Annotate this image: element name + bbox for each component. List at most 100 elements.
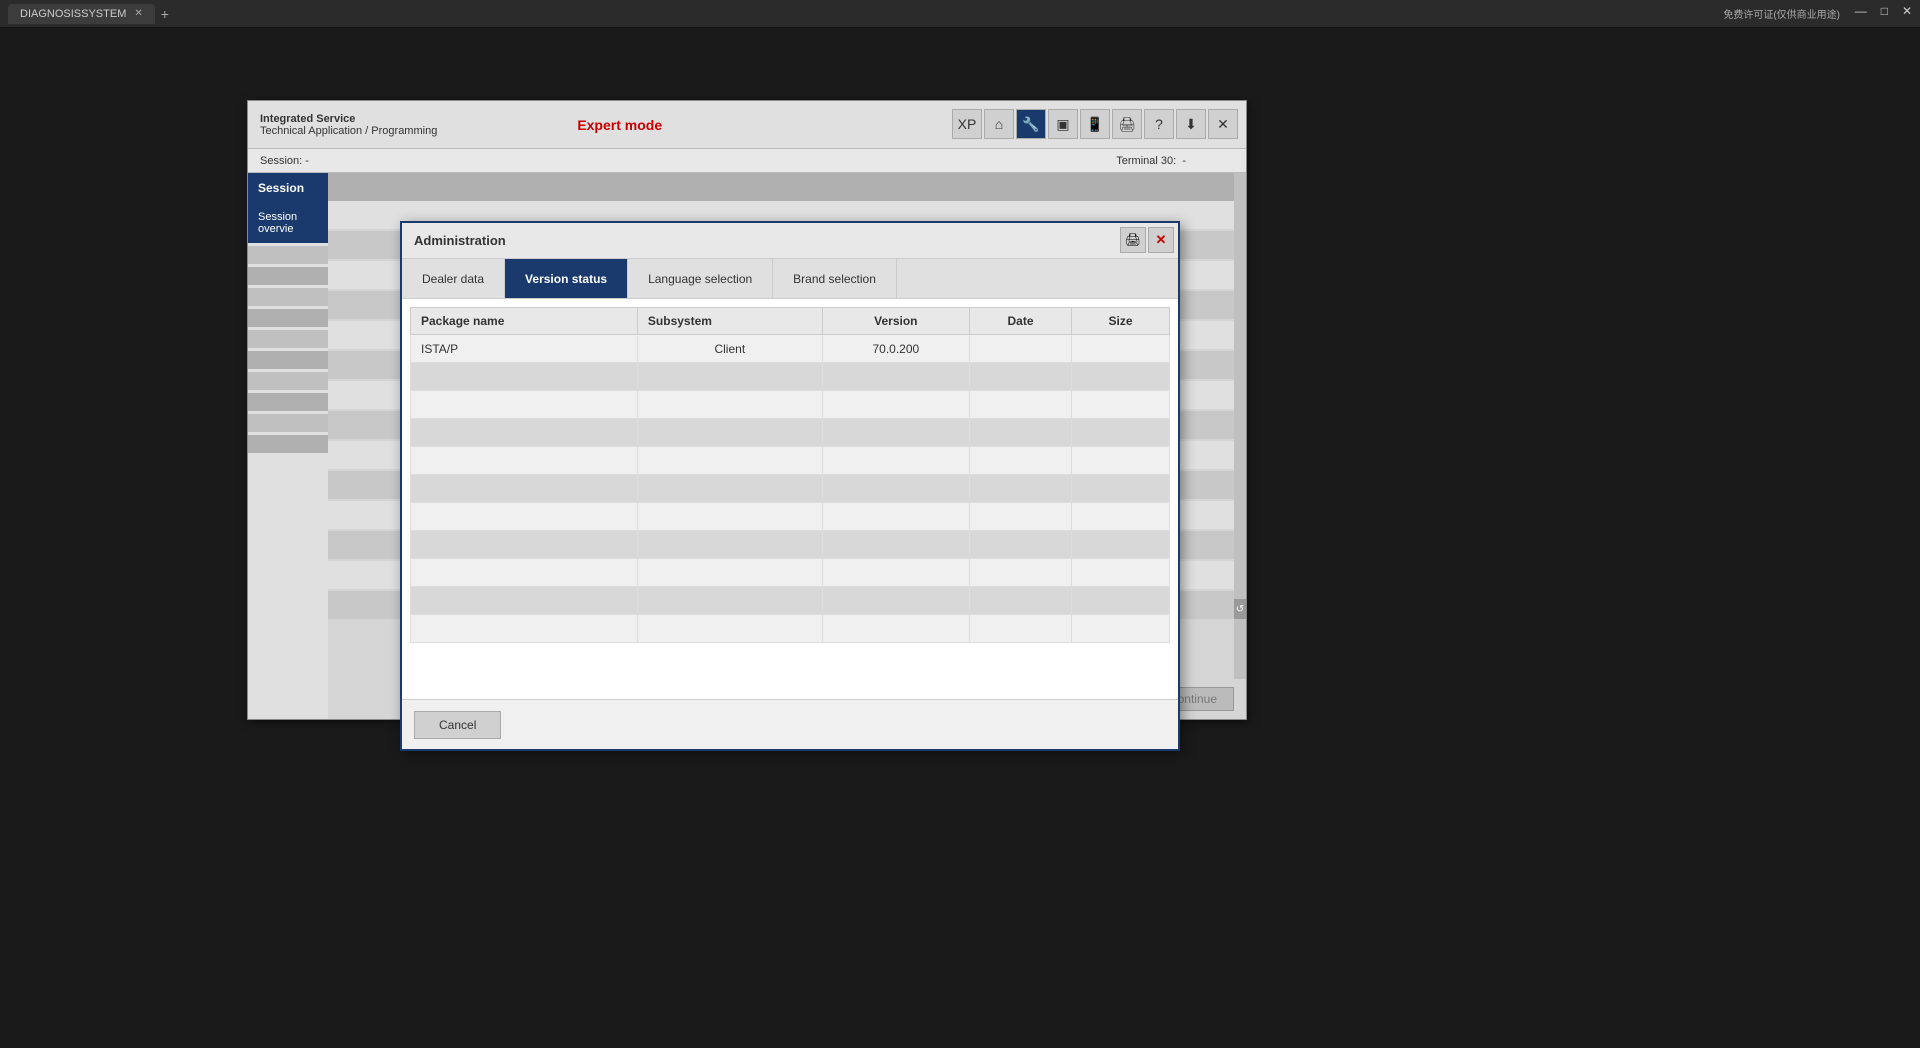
maximize-button[interactable]: □ <box>1881 4 1888 18</box>
session-value: - <box>305 155 309 167</box>
table-row: ISTA/P Client 70.0.200 <box>411 335 1170 363</box>
cell-package-name-10 <box>411 587 638 615</box>
cell-date-8 <box>969 531 1071 559</box>
expert-mode-label: Expert mode <box>577 117 662 133</box>
cell-version-8 <box>822 531 969 559</box>
col-version: Version <box>822 308 969 335</box>
side-nav: Session Session overvie <box>248 173 328 719</box>
cell-package-name-8 <box>411 531 638 559</box>
app-title-line2: Technical Application / Programming <box>260 125 437 137</box>
tab-brand-selection[interactable]: Brand selection <box>773 259 897 298</box>
cell-package-name-2 <box>411 363 638 391</box>
toolbar-camera-button[interactable]: ▣ <box>1048 109 1078 139</box>
cell-size-8 <box>1072 531 1170 559</box>
window-controls: — □ ✕ <box>1855 4 1912 18</box>
cell-subsystem-8 <box>637 531 822 559</box>
cell-version-10 <box>822 587 969 615</box>
app-title-line1: Integrated Service <box>260 113 437 125</box>
col-subsystem: Subsystem <box>637 308 822 335</box>
sidebar-item-session[interactable]: Session <box>248 173 328 203</box>
cell-date-3 <box>969 391 1071 419</box>
cell-date-11 <box>969 615 1071 643</box>
sidebar-stripe-1 <box>248 246 328 264</box>
toolbar-help-button[interactable]: ? <box>1144 109 1174 139</box>
cell-subsystem-7 <box>637 503 822 531</box>
modal-titlebar: Administration 🖨 ✕ <box>402 223 1178 259</box>
cell-subsystem-6 <box>637 475 822 503</box>
sidebar-stripe-6 <box>248 351 328 369</box>
cell-date-9 <box>969 559 1071 587</box>
sidebar-item-overview[interactable]: Session overvie <box>248 203 328 243</box>
tab-language-selection[interactable]: Language selection <box>628 259 773 298</box>
cell-subsystem-9 <box>637 559 822 587</box>
cell-size-11 <box>1072 615 1170 643</box>
table-row <box>411 419 1170 447</box>
toolbar-close-button[interactable]: ✕ <box>1208 109 1238 139</box>
close-button[interactable]: ✕ <box>1902 4 1912 18</box>
modal-table-area: Package name Subsystem Version Date Size… <box>402 299 1178 695</box>
tab-version-status[interactable]: Version status <box>505 259 628 298</box>
cell-date-1 <box>969 335 1071 363</box>
cell-subsystem-11 <box>637 615 822 643</box>
cell-version-5 <box>822 447 969 475</box>
modal-print-button[interactable]: 🖨 <box>1120 227 1146 253</box>
close-tab-icon[interactable]: ✕ <box>134 8 142 19</box>
table-row <box>411 363 1170 391</box>
license-text: 免费许可证(仅供商业用途) <box>1723 6 1840 21</box>
browser-chrome: DIAGNOSISSYSTEM ✕ + 免费许可证(仅供商业用途) — □ ✕ <box>0 0 1920 28</box>
modal-close-button[interactable]: ✕ <box>1148 227 1174 253</box>
sidebar-stripe-7 <box>248 372 328 390</box>
toolbar-home-button[interactable]: ⌂ <box>984 109 1014 139</box>
toolbar-xp-button[interactable]: XP <box>952 109 982 139</box>
app-title: Integrated Service Technical Application… <box>260 113 437 137</box>
cell-subsystem-5 <box>637 447 822 475</box>
cell-size-2 <box>1072 363 1170 391</box>
cell-size-6 <box>1072 475 1170 503</box>
cell-package-name-6 <box>411 475 638 503</box>
toolbar-print-button[interactable]: 🖨 <box>1112 109 1142 139</box>
cell-date-6 <box>969 475 1071 503</box>
sidebar-stripe-10 <box>248 435 328 453</box>
cell-date-4 <box>969 419 1071 447</box>
cell-version-9 <box>822 559 969 587</box>
cell-package-name-7 <box>411 503 638 531</box>
cell-size-1 <box>1072 335 1170 363</box>
cell-package-name-11 <box>411 615 638 643</box>
new-tab-button[interactable]: + <box>161 6 169 22</box>
cell-version-1: 70.0.200 <box>822 335 969 363</box>
cell-date-5 <box>969 447 1071 475</box>
cell-version-11 <box>822 615 969 643</box>
table-row <box>411 391 1170 419</box>
minimize-button[interactable]: — <box>1855 4 1867 18</box>
cell-subsystem-3 <box>637 391 822 419</box>
tab-label: DIAGNOSISSYSTEM <box>20 8 126 20</box>
col-package-name: Package name <box>411 308 638 335</box>
cell-size-9 <box>1072 559 1170 587</box>
cell-package-name-3 <box>411 391 638 419</box>
table-row <box>411 559 1170 587</box>
cell-size-4 <box>1072 419 1170 447</box>
main-content: ↺ Continue Administration 🖨 ✕ Dealer dat… <box>328 173 1246 719</box>
tab-dealer-data[interactable]: Dealer data <box>402 259 505 298</box>
cell-version-6 <box>822 475 969 503</box>
cell-package-name-5 <box>411 447 638 475</box>
modal-title-buttons: 🖨 ✕ <box>1120 227 1174 253</box>
sidebar-stripe-4 <box>248 309 328 327</box>
scroll-button[interactable]: ↺ <box>1234 599 1246 619</box>
table-row <box>411 587 1170 615</box>
cell-version-2 <box>822 363 969 391</box>
modal-footer: Cancel <box>402 699 1178 749</box>
cancel-button[interactable]: Cancel <box>414 711 501 739</box>
browser-tab[interactable]: DIAGNOSISSYSTEM ✕ <box>8 4 155 24</box>
sidebar-stripe-9 <box>248 414 328 432</box>
cell-version-3 <box>822 391 969 419</box>
column-header-stripe <box>328 173 1234 201</box>
app-titlebar: Integrated Service Technical Application… <box>248 101 1246 149</box>
cell-subsystem-2 <box>637 363 822 391</box>
toolbar-phone-button[interactable]: 📱 <box>1080 109 1110 139</box>
cell-subsystem-1: Client <box>637 335 822 363</box>
table-row <box>411 503 1170 531</box>
cell-package-name-9 <box>411 559 638 587</box>
toolbar-wrench-button[interactable]: 🔧 <box>1016 109 1046 139</box>
toolbar-download-button[interactable]: ⬇ <box>1176 109 1206 139</box>
